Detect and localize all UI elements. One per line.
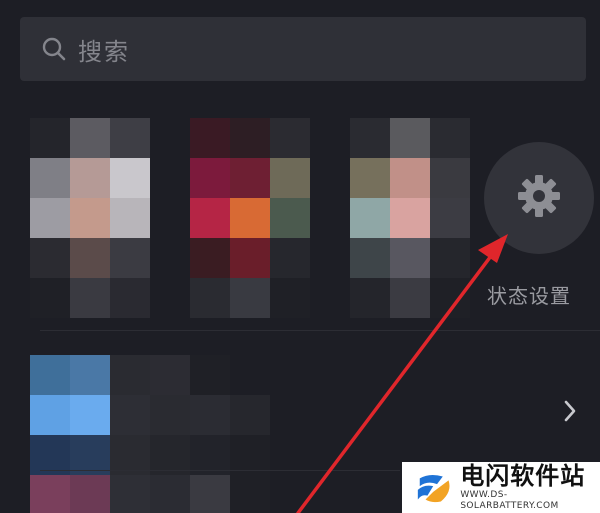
status-settings-button[interactable] bbox=[484, 142, 594, 254]
app-screen: 搜索 状态设置 电闪软件站 WWW.DS-SOLARBATTERY.COM bbox=[0, 0, 600, 513]
status-thumbnail-2[interactable] bbox=[190, 118, 310, 318]
watermark-url: WWW.DS-SOLARBATTERY.COM bbox=[460, 490, 559, 511]
list-item-thumbnail bbox=[30, 355, 270, 513]
chevron-right-icon[interactable] bbox=[558, 397, 582, 425]
watermark-title: 电闪软件站 bbox=[460, 462, 586, 490]
search-placeholder: 搜索 bbox=[78, 37, 130, 66]
site-logo bbox=[417, 474, 450, 502]
status-thumbnail-3[interactable] bbox=[350, 118, 470, 318]
list-item[interactable] bbox=[0, 355, 600, 513]
status-thumbnail-1[interactable] bbox=[30, 118, 150, 318]
section-divider bbox=[40, 330, 600, 331]
gear-icon bbox=[516, 173, 562, 223]
list-divider bbox=[40, 470, 400, 471]
watermark-badge: 电闪软件站 WWW.DS-SOLARBATTERY.COM bbox=[402, 462, 600, 513]
status-settings-label: 状态设置 bbox=[487, 284, 571, 308]
search-bar[interactable]: 搜索 bbox=[20, 17, 586, 81]
search-icon bbox=[40, 35, 68, 63]
